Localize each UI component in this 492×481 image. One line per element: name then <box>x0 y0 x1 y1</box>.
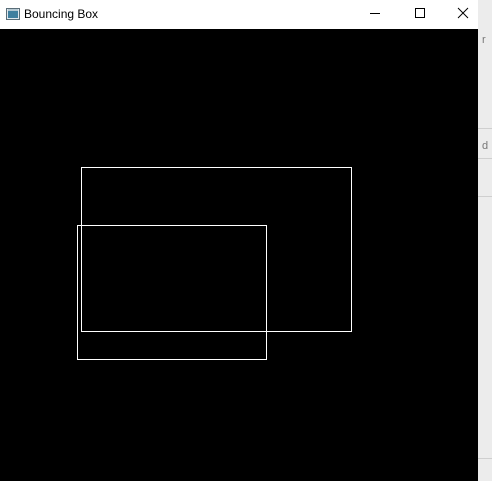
app-window-icon <box>6 7 20 20</box>
app-window: Bouncing Box <box>0 0 478 481</box>
background-glyph-top: r <box>482 34 486 46</box>
maximize-icon <box>414 6 426 24</box>
background-glyph-mid: d <box>482 140 489 152</box>
drawing-canvas <box>0 29 478 481</box>
background-divider <box>478 458 492 459</box>
background-app-strip <box>478 0 492 481</box>
background-divider <box>478 196 492 197</box>
close-icon <box>457 6 469 24</box>
close-button[interactable] <box>440 0 485 29</box>
box-b <box>77 225 267 360</box>
title-bar[interactable]: Bouncing Box <box>0 0 478 29</box>
window-title: Bouncing Box <box>24 7 99 21</box>
minimize-icon <box>369 6 381 24</box>
maximize-button[interactable] <box>397 0 442 29</box>
minimize-button[interactable] <box>352 0 397 29</box>
background-divider <box>478 128 492 129</box>
background-divider <box>478 158 492 159</box>
